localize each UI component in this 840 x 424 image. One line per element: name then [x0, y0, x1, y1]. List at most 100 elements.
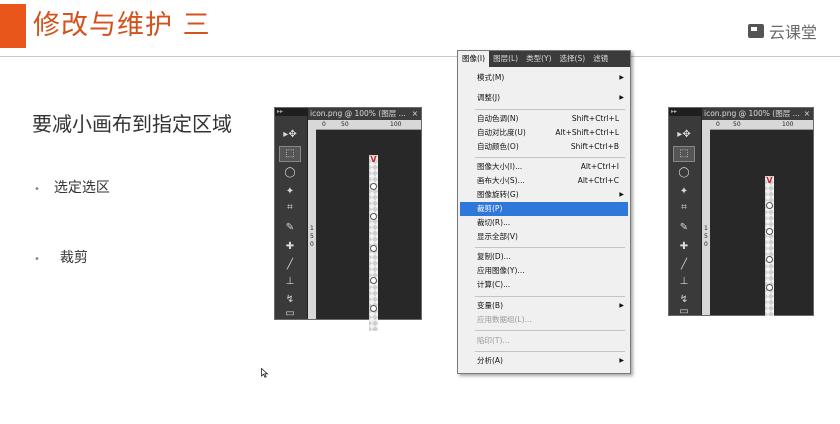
- marquee-tool-icon[interactable]: ⬚: [673, 146, 695, 162]
- icon-sprite-image: V: [369, 155, 378, 331]
- vertical-ruler: 1 5 0: [308, 129, 316, 319]
- close-icon[interactable]: ×: [804, 108, 810, 120]
- history-brush-icon[interactable]: ↯: [280, 293, 300, 307]
- document-tab[interactable]: icon.png @ 100% (图层 ... ×: [308, 108, 421, 120]
- lasso-tool-icon[interactable]: ◯: [674, 166, 694, 180]
- menu-item-duplicate[interactable]: 复制(D)...: [458, 250, 630, 264]
- submenu-arrow-icon: ▶: [619, 94, 624, 101]
- stamp-tool-icon[interactable]: ⊥: [674, 275, 694, 289]
- menu-filter[interactable]: 滤镜: [589, 51, 612, 67]
- menu-item-trap: 陷印(T)...: [477, 336, 510, 345]
- menu-separator: [475, 247, 625, 248]
- photoshop-window-before: ▸▸ ▸✥ ⬚ ◯ ✦ ⌗ ✎ ✚ ╱ ⊥ ↯ ▭ icon.png @ 100…: [274, 107, 422, 331]
- menu-item-trim[interactable]: 裁切(R)...: [458, 216, 630, 230]
- menu-layer[interactable]: 图层(L): [489, 51, 522, 67]
- ruler-mark: 1: [310, 225, 314, 232]
- menu-item-variables[interactable]: 变量(B) ▶: [458, 299, 630, 313]
- submenu-arrow-icon: ▶: [619, 357, 624, 364]
- bullet-item: • 裁剪: [34, 247, 88, 267]
- crop-tool-icon[interactable]: ⌗: [674, 201, 694, 215]
- sprite-icon: [370, 305, 377, 312]
- menu-item-mode[interactable]: 模式(M) ▶: [458, 71, 630, 85]
- sprite-icon: [766, 202, 773, 209]
- menu-type[interactable]: 类型(Y): [522, 51, 555, 67]
- menu-separator: [475, 157, 625, 158]
- menu-item-adjust[interactable]: 调整(J) ▶: [458, 91, 630, 105]
- submenu-arrow-icon: ▶: [619, 74, 624, 81]
- close-icon[interactable]: ×: [412, 108, 418, 120]
- brush-tool-icon[interactable]: ╱: [280, 258, 300, 272]
- icon-sprite-image-cropped: V: [765, 176, 774, 316]
- magic-wand-icon[interactable]: ✦: [280, 185, 300, 199]
- slide-heading: 要减小画布到指定区域: [32, 112, 232, 136]
- vertical-ruler: 1 5 0: [702, 129, 710, 315]
- tools-panel-collapse[interactable]: ▸▸: [275, 108, 309, 116]
- menu-item-image-rotation[interactable]: 图像旋转(G) ▶: [458, 188, 630, 202]
- menu-item-reveal-all[interactable]: 显示全部(V): [458, 230, 630, 244]
- document-canvas[interactable]: V: [711, 130, 813, 316]
- menu-separator: [475, 351, 625, 352]
- menu-item-apply-data-set: 应用数据组(L)...: [477, 315, 532, 324]
- submenu-arrow-icon: ▶: [619, 191, 624, 198]
- sprite-icon: [766, 284, 773, 291]
- menu-image[interactable]: 图像(I): [458, 51, 490, 67]
- eyedropper-icon[interactable]: ✎: [674, 221, 694, 235]
- ruler-mark: 100: [390, 121, 402, 128]
- menu-item-auto-color[interactable]: 自动颜色(O) Shift+Ctrl+B: [458, 140, 630, 154]
- ruler-mark: 0: [322, 121, 326, 128]
- lasso-tool-icon[interactable]: ◯: [280, 166, 300, 180]
- sprite-icon: [370, 183, 377, 190]
- photoshop-window-after: ▸▸ ▸✥ ⬚ ◯ ✦ ⌗ ✎ ✚ ╱ ⊥ ↯ ▭ icon.png @ 100…: [668, 107, 814, 317]
- eyedropper-icon[interactable]: ✎: [280, 221, 300, 235]
- ruler-mark: 1: [704, 225, 708, 232]
- move-tool-icon[interactable]: ▸✥: [674, 128, 694, 142]
- submenu-arrow-icon: ▶: [619, 302, 624, 309]
- stamp-tool-icon[interactable]: ⊥: [280, 275, 300, 289]
- ruler-mark: 0: [704, 241, 708, 248]
- menu-item-crop[interactable]: 裁剪(P): [460, 202, 628, 216]
- menu-item-image-size[interactable]: 图像大小(I)... Alt+Ctrl+I: [458, 160, 630, 174]
- sprite-icon: [370, 277, 377, 284]
- icon-sprite-v-mark: V: [766, 176, 773, 185]
- menu-separator: [475, 330, 625, 331]
- menu-item-canvas-size[interactable]: 画布大小(S)... Alt+Ctrl+C: [458, 174, 630, 188]
- eraser-tool-icon[interactable]: ▭: [280, 307, 300, 321]
- tools-panel-collapse[interactable]: ▸▸: [669, 108, 703, 116]
- eraser-tool-icon[interactable]: ▭: [674, 305, 694, 319]
- bullet-text: 裁剪: [59, 250, 88, 266]
- ruler-mark: 0: [716, 121, 720, 128]
- crop-tool-icon[interactable]: ⌗: [280, 201, 300, 215]
- brand-logo: 云课堂: [748, 21, 817, 42]
- menu-separator: [475, 109, 625, 110]
- menu-item-analysis[interactable]: 分析(A) ▶: [458, 354, 630, 368]
- bullet-text: 选定选区: [53, 180, 110, 196]
- header-divider: [0, 56, 840, 57]
- bullet-item: • 选定选区: [34, 177, 110, 197]
- bullet-dot-icon: •: [34, 184, 40, 195]
- document-canvas[interactable]: V: [317, 130, 421, 331]
- sprite-icon: [766, 256, 773, 263]
- magic-wand-icon[interactable]: ✦: [674, 185, 694, 199]
- menu-separator: [475, 296, 625, 297]
- sprite-icon: [766, 228, 773, 235]
- title-accent-bar: [0, 4, 26, 48]
- healing-brush-icon[interactable]: ✚: [280, 240, 300, 254]
- sprite-icon: [370, 213, 377, 220]
- menu-select[interactable]: 选择(S): [556, 51, 590, 67]
- menu-item-auto-tone[interactable]: 自动色调(N) Shift+Ctrl+L: [458, 112, 630, 126]
- move-tool-icon[interactable]: ▸✥: [280, 128, 300, 142]
- tools-panel: ▸▸ ▸✥ ⬚ ◯ ✦ ⌗ ✎ ✚ ╱ ⊥ ↯ ▭: [669, 108, 703, 317]
- document-tab-title: icon.png @ 100% (图层 ...: [310, 109, 406, 118]
- brush-tool-icon[interactable]: ╱: [674, 258, 694, 272]
- ruler-mark: 5: [704, 233, 708, 240]
- healing-brush-icon[interactable]: ✚: [674, 240, 694, 254]
- menu-item-apply-image[interactable]: 应用图像(Y)...: [458, 264, 630, 278]
- mouse-cursor-icon: [261, 368, 269, 378]
- menubar: 图像(I) 图层(L) 类型(Y) 选择(S) 滤镜: [458, 51, 630, 67]
- document-tab[interactable]: icon.png @ 100% (图层 ... ×: [702, 108, 813, 120]
- tools-panel: ▸▸ ▸✥ ⬚ ◯ ✦ ⌗ ✎ ✚ ╱ ⊥ ↯ ▭: [275, 108, 309, 321]
- menu-item-calculations[interactable]: 计算(C)...: [458, 278, 630, 292]
- marquee-tool-icon[interactable]: ⬚: [279, 146, 301, 162]
- menu-item-auto-contrast[interactable]: 自动对比度(U) Alt+Shift+Ctrl+L: [458, 126, 630, 140]
- bullet-dot-icon: •: [34, 254, 40, 265]
